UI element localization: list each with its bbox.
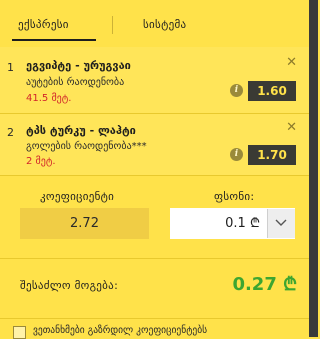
coef-label: კოეფიციენტი bbox=[40, 190, 115, 203]
tab-separator bbox=[112, 16, 113, 34]
stake-dropdown-button[interactable] bbox=[267, 209, 295, 238]
betslip-tabs: ექსპრესი სისტემა bbox=[0, 0, 309, 44]
active-tab-indicator bbox=[12, 39, 96, 41]
coef-value: 2.72 bbox=[20, 208, 149, 239]
bet-item: 2 ტპს ტურკუ - ლაჰტი გოლების რაოდენობა***… bbox=[0, 114, 309, 175]
bet-market: გოლების რაოდენობა*** bbox=[26, 141, 147, 152]
divider bbox=[0, 175, 309, 176]
bet-number: 2 bbox=[7, 126, 14, 139]
bet-stake: 2 მეტ. bbox=[26, 156, 56, 167]
info-icon[interactable]: i bbox=[230, 84, 243, 97]
bet-title: ტპს ტურკუ - ლაჰტი bbox=[26, 124, 136, 137]
agree-checkbox-label[interactable]: ვეთანხმები გაზრდილ კოეფიციენტებს bbox=[33, 325, 207, 336]
stake-value[interactable]: 0.1 ₾ bbox=[225, 208, 260, 239]
close-icon[interactable]: ✕ bbox=[286, 56, 297, 69]
bet-market: აუტების რაოდენობა bbox=[26, 77, 125, 88]
bet-stake: 41.5 მეტ. bbox=[26, 93, 72, 104]
bet-number: 1 bbox=[7, 61, 14, 74]
betslip-panel: ექსპრესი სისტემა 1 ეგვიპტე - ურუგვაი აუტ… bbox=[0, 0, 309, 339]
divider bbox=[0, 258, 309, 259]
stake-label: ფსონი: bbox=[214, 190, 255, 203]
agree-checkbox[interactable] bbox=[13, 326, 26, 339]
tab-express[interactable]: ექსპრესი bbox=[18, 18, 69, 31]
bet-title: ეგვიპტე - ურუგვაი bbox=[26, 59, 131, 72]
odds-agreement-row: ვეთანხმები გაზრდილ კოეფიციენტებს bbox=[0, 318, 309, 339]
close-icon[interactable]: ✕ bbox=[286, 121, 297, 134]
bet-odd: 1.60 bbox=[248, 81, 296, 101]
scrollbar-track[interactable] bbox=[309, 0, 318, 337]
stake-input[interactable]: 0.1 ₾ bbox=[170, 208, 295, 239]
possible-win-value: 0.27 ₾ bbox=[232, 274, 297, 295]
tab-system[interactable]: სისტემა bbox=[143, 18, 186, 31]
bet-odd: 1.70 bbox=[248, 145, 296, 165]
possible-win-label: შესაძლო მოგება: bbox=[20, 279, 119, 292]
bet-item: 1 ეგვიპტე - ურუგვაი აუტების რაოდენობა 41… bbox=[0, 47, 309, 113]
info-icon[interactable]: i bbox=[230, 148, 243, 161]
chevron-down-icon bbox=[275, 219, 287, 226]
